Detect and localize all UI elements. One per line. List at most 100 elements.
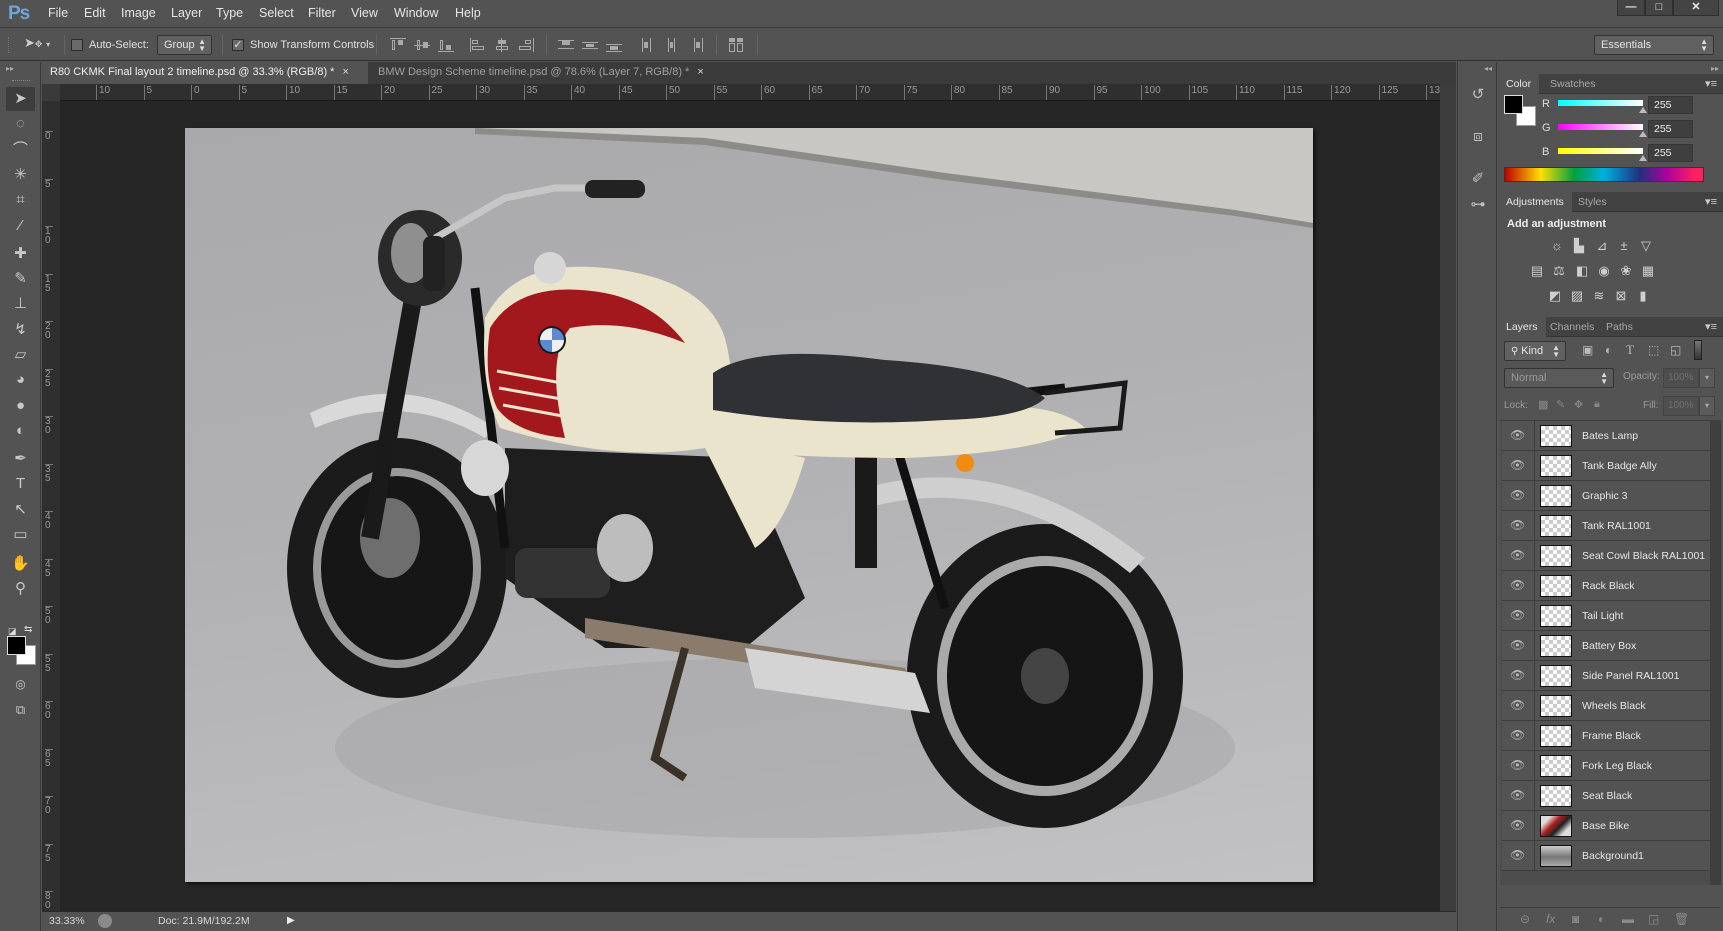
menu-window[interactable]: Window [394,6,438,20]
filter-shape-icon[interactable]: ⬚ [1648,343,1659,357]
visibility-eye-icon[interactable]: 👁︎ [1510,518,1525,532]
gradient-map-icon[interactable]: ▮ [1634,288,1652,304]
marquee-tool-icon[interactable]: ◌ [6,112,35,136]
layer-row[interactable]: 👁︎ Background1 [1502,841,1710,871]
color-foreground-swatch[interactable] [1504,95,1523,114]
panel-grip[interactable] [12,80,30,82]
filter-smart-object-icon[interactable]: ◱ [1670,343,1681,357]
auto-align-layers-icon[interactable] [728,38,744,52]
opacity-dropdown-icon[interactable]: ▾ [1699,368,1715,388]
panel-menu-icon[interactable]: ▾≡ [1705,320,1717,333]
auto-select-target-dropdown[interactable]: Group ▲ ▼ [157,35,212,55]
new-group-icon[interactable]: ▬ [1622,912,1634,926]
link-layers-icon[interactable]: ⊝ [1520,912,1530,926]
visibility-eye-icon[interactable]: 👁︎ [1510,728,1525,742]
move-tool-icon[interactable]: ➤ [6,87,35,111]
workspace-switcher[interactable]: Essentials ▲ ▼ [1594,35,1714,55]
layer-row[interactable]: 👁︎ Seat Cowl Black RAL1001 [1502,541,1710,571]
color-lookup-icon[interactable]: ▦ [1639,263,1657,279]
type-tool-icon[interactable]: T [6,472,35,496]
invert-icon[interactable]: ◩ [1546,288,1564,304]
vibrance-icon[interactable]: ▽ [1637,238,1655,254]
ruler-origin[interactable] [42,84,60,101]
align-left-edges-icon[interactable] [470,38,486,52]
align-top-edges-icon[interactable] [390,38,406,52]
tab-layers[interactable]: Layers [1498,317,1546,337]
collapse-dock-icon[interactable]: ◂◂ [1484,64,1492,73]
layer-row[interactable]: 👁︎ Tail Light [1502,601,1710,631]
visibility-eye-icon[interactable]: 👁︎ [1510,698,1525,712]
path-selection-tool-icon[interactable]: ↖ [6,498,35,522]
horizontal-ruler[interactable]: 10 5 0 5 10 15 20 25 30 35 40 45 50 55 60 65 70 75 80 85 90 9… [60,84,1440,101]
blend-mode-dropdown[interactable]: Normal ▲ ▼ [1504,368,1614,388]
zoom-tool-icon[interactable]: ⚲ [6,577,35,601]
options-bar-grip[interactable] [8,37,11,53]
tab-styles[interactable]: Styles [1570,192,1615,212]
visibility-eye-icon[interactable]: 👁︎ [1510,848,1525,862]
align-right-edges-icon[interactable] [518,38,534,52]
hue-saturation-icon[interactable]: ▤ [1528,263,1546,279]
layer-row[interactable]: 👁︎ Side Panel RAL1001 [1502,661,1710,691]
magic-wand-tool-icon[interactable]: ✳ [6,163,35,187]
menu-help[interactable]: Help [455,6,481,20]
crop-tool-icon[interactable]: ⌗ [6,188,35,212]
filter-adjustment-icon[interactable]: ◐ [1605,343,1612,357]
new-layer-icon[interactable]: ◲ [1648,912,1659,926]
visibility-eye-icon[interactable]: 👁︎ [1510,608,1525,622]
layer-row[interactable]: 👁︎ Wheels Black [1502,691,1710,721]
channel-value-g[interactable]: 255 [1648,120,1693,138]
fx-icon[interactable]: fx [1546,912,1555,926]
rectangle-tool-icon[interactable]: ▭ [6,523,35,547]
status-share-icon[interactable] [98,914,112,928]
menu-view[interactable]: View [351,6,378,20]
show-transform-checkbox[interactable]: ✓ [232,39,244,51]
layer-row[interactable]: 👁︎ Bates Lamp [1502,421,1710,451]
layer-row[interactable]: 👁︎ Rack Black [1502,571,1710,601]
zoom-level[interactable]: 33.33% [49,915,85,927]
lock-position-icon[interactable]: ✥ [1574,398,1583,411]
history-brush-tool-icon[interactable]: ↯ [6,318,35,342]
menu-image[interactable]: Image [121,6,156,20]
visibility-eye-icon[interactable]: 👁︎ [1510,818,1525,832]
layer-row[interactable]: 👁︎ Tank RAL1001 [1502,511,1710,541]
levels-icon[interactable]: ▙ [1570,238,1588,254]
posterize-icon[interactable]: ▨ [1568,288,1586,304]
opacity-field[interactable]: 100% [1663,368,1699,388]
distribute-left-edges-icon[interactable] [640,38,656,52]
distribute-bottom-edges-icon[interactable] [606,38,622,52]
align-bottom-edges-icon[interactable] [438,38,454,52]
layer-row[interactable]: 👁︎ Graphic 3 [1502,481,1710,511]
vertical-ruler[interactable]: 0 5 10 15 20 25 30 35 40 45 50 55 60 65 70 75 80 [42,101,60,911]
tool-presets-icon[interactable]: ⊶ [1464,192,1492,218]
distribute-vertical-centers-icon[interactable] [582,38,598,52]
channel-slider-r[interactable] [1558,100,1643,106]
panel-menu-icon[interactable]: ▾≡ [1705,77,1717,90]
3d-panel-icon[interactable]: ⧈ [1464,124,1492,150]
tab-r80-ckmk[interactable]: R80 CKMK Final layout 2 timeline.psd @ 3… [42,62,368,84]
layer-row[interactable]: 👁︎ Fork Leg Black [1502,751,1710,781]
layer-row[interactable]: 👁︎ Frame Black [1502,721,1710,751]
filter-pixel-icon[interactable]: ▣ [1582,343,1593,357]
delete-layer-icon[interactable]: 🗑 [1674,912,1689,926]
auto-select-checkbox[interactable] [71,39,83,51]
curves-icon[interactable]: ⊿ [1593,238,1611,254]
threshold-icon[interactable]: ≋ [1590,288,1608,304]
layer-row[interactable]: 👁︎ Seat Black [1502,781,1710,811]
move-tool-icon[interactable]: ➤✥ ▾ [24,35,50,51]
slider-thumb[interactable] [1639,131,1647,137]
filter-toggle-switch[interactable] [1694,340,1702,360]
color-spectrum-ramp[interactable] [1504,167,1704,182]
dodge-tool-icon[interactable]: ◐ [6,419,35,443]
visibility-eye-icon[interactable]: 👁︎ [1510,488,1525,502]
layer-row[interactable]: 👁︎ Tank Badge Ally [1502,451,1710,481]
distribute-right-edges-icon[interactable] [688,38,704,52]
visibility-eye-icon[interactable]: 👁︎ [1510,638,1525,652]
visibility-eye-icon[interactable]: 👁︎ [1510,668,1525,682]
filter-type-icon[interactable]: T [1626,342,1634,358]
visibility-eye-icon[interactable]: 👁︎ [1510,578,1525,592]
menu-file[interactable]: File [48,6,68,20]
paint-bucket-tool-icon[interactable]: ◕ [6,368,35,392]
channel-slider-g[interactable] [1558,124,1643,130]
document-canvas[interactable] [185,128,1313,882]
visibility-eye-icon[interactable]: 👁︎ [1510,788,1525,802]
